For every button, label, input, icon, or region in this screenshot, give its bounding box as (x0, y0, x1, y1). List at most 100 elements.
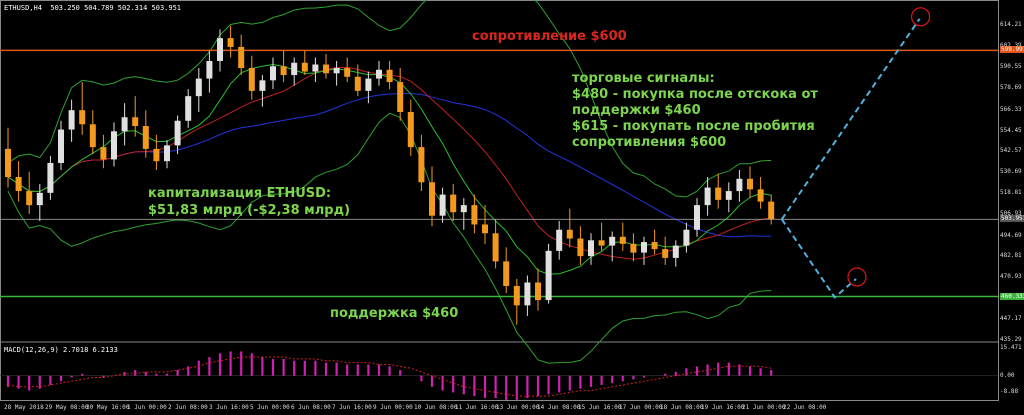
candle-body (651, 242, 658, 250)
candle-body (757, 189, 764, 202)
candle-body (429, 182, 435, 216)
candle-body (312, 64, 319, 72)
candle-body (588, 240, 594, 257)
y-tick-label: 518.81 (1000, 189, 1022, 197)
support-label: поддержка $460 (330, 306, 459, 321)
candle-body (79, 110, 86, 125)
x-tick-label: 6 Jun 08:00 (291, 404, 331, 411)
x-tick-label: 10 Jun 08:00 (414, 404, 458, 411)
level-price-box: 460.333 (1000, 292, 1024, 300)
candle-body (556, 229, 563, 251)
candle-body (121, 117, 128, 132)
candle-body (100, 147, 107, 160)
candle-body (725, 191, 732, 200)
capitalization-title: капитализация ETHUSD: (148, 186, 332, 201)
target-circle (910, 7, 931, 27)
candle-body (206, 60, 213, 79)
candle-body (545, 250, 552, 301)
y-tick-label: 482.81 (1000, 252, 1022, 260)
candle-body (142, 126, 149, 149)
x-tick-label: 13 Jun 00:00 (496, 404, 540, 411)
x-tick-label: 17 Jun 00:00 (619, 404, 663, 411)
candle-body (715, 187, 722, 200)
candle-body (524, 282, 531, 306)
candle-body (683, 229, 690, 246)
x-tick-label: 21 Jun 00:00 (742, 404, 786, 411)
candle-body (36, 192, 43, 206)
target-circle (847, 267, 867, 287)
candle-body (376, 69, 382, 79)
y-tick-label: 530.69 (1000, 168, 1022, 176)
ohlc-readout: 503.250 504.789 502.314 503.951 (50, 4, 182, 12)
y-tick-label: 435.29 (1000, 336, 1022, 343)
candle-body (26, 191, 33, 206)
candle-body (460, 205, 467, 213)
candle-body (333, 68, 340, 74)
candle-body (736, 178, 743, 192)
candle-body (492, 233, 499, 262)
candle-body (407, 111, 414, 148)
candle-body (386, 69, 393, 83)
candle-body (248, 68, 255, 91)
x-tick-label: 5 Jun 00:00 (250, 404, 290, 411)
candle-body (630, 243, 637, 253)
candle-body (450, 194, 457, 213)
candle-body (164, 145, 170, 162)
x-tick-label: 19 Jun 16:00 (701, 404, 745, 411)
candle-body (471, 205, 478, 225)
candle-body (672, 245, 679, 258)
candle-body (418, 147, 425, 183)
y-tick-label: 554.45 (1000, 126, 1022, 134)
x-tick-label: 29 May 08:00 (45, 404, 89, 411)
y-tick-label: 590.55 (1000, 63, 1022, 71)
x-tick-label: 9 Jun 00:00 (373, 404, 413, 411)
y-tick-label: 447.17 (1000, 315, 1022, 323)
candle-body (535, 282, 541, 301)
candle-body (15, 177, 22, 192)
candle-body (397, 82, 404, 112)
candle-body (598, 240, 605, 246)
y-tick-label: 542.57 (1000, 147, 1022, 155)
candle-body (344, 68, 351, 77)
candle-body (619, 236, 626, 244)
candle-body (323, 64, 329, 74)
candle-body (132, 117, 139, 127)
x-tick-label: 28 May 2018 (4, 404, 44, 411)
level-price-box: 503.951 (1000, 215, 1024, 223)
y-tick-label: 614.21 (1000, 21, 1022, 29)
candle-body (47, 162, 54, 193)
candle-body (301, 62, 308, 72)
forecast-path-down (780, 218, 857, 299)
candle-body (577, 238, 584, 257)
y-tick-label: 566.33 (1000, 105, 1022, 113)
candle-body (238, 46, 245, 69)
candle-body (174, 120, 181, 146)
macd-header: MACD(12,26,9) 2.7018 6.2133 (4, 346, 118, 354)
candle-body (439, 194, 446, 216)
candle-body (185, 96, 192, 121)
x-tick-label: 1 Jun 00:00 (127, 404, 167, 411)
level-price-box: 599.997 (1000, 46, 1024, 54)
candle-body (768, 201, 775, 220)
x-tick-label: 2 Jun 08:00 (168, 404, 208, 411)
capitalization-value: $51,83 млрд (-$2,38 млрд) (148, 203, 351, 218)
chart-header: ETHUSD,H4 503.250 504.789 502.314 503.95… (4, 4, 181, 12)
macd-y-tick-label: 15.471 (1000, 344, 1022, 351)
x-tick-label: 18 Jun 08:00 (660, 404, 704, 411)
candle-body (111, 131, 117, 160)
resistance-label: сопротивление $600 (472, 29, 627, 44)
y-tick-label: 494.69 (1000, 231, 1022, 239)
candle-body (704, 187, 711, 206)
y-tick-label: 470.93 (1000, 273, 1022, 281)
x-tick-label: 7 Jun 16:00 (332, 404, 372, 411)
candle-body (195, 78, 202, 97)
candle-body (217, 38, 223, 61)
x-tick-label: 3 Jun 16:00 (209, 404, 249, 411)
candle-body (58, 129, 64, 163)
candle-body (89, 124, 96, 148)
signals-title: торговые сигналы: (572, 71, 715, 86)
candle-body (227, 38, 234, 47)
candle-body (482, 224, 488, 234)
candle-body (662, 249, 669, 258)
candle-body (68, 110, 75, 130)
